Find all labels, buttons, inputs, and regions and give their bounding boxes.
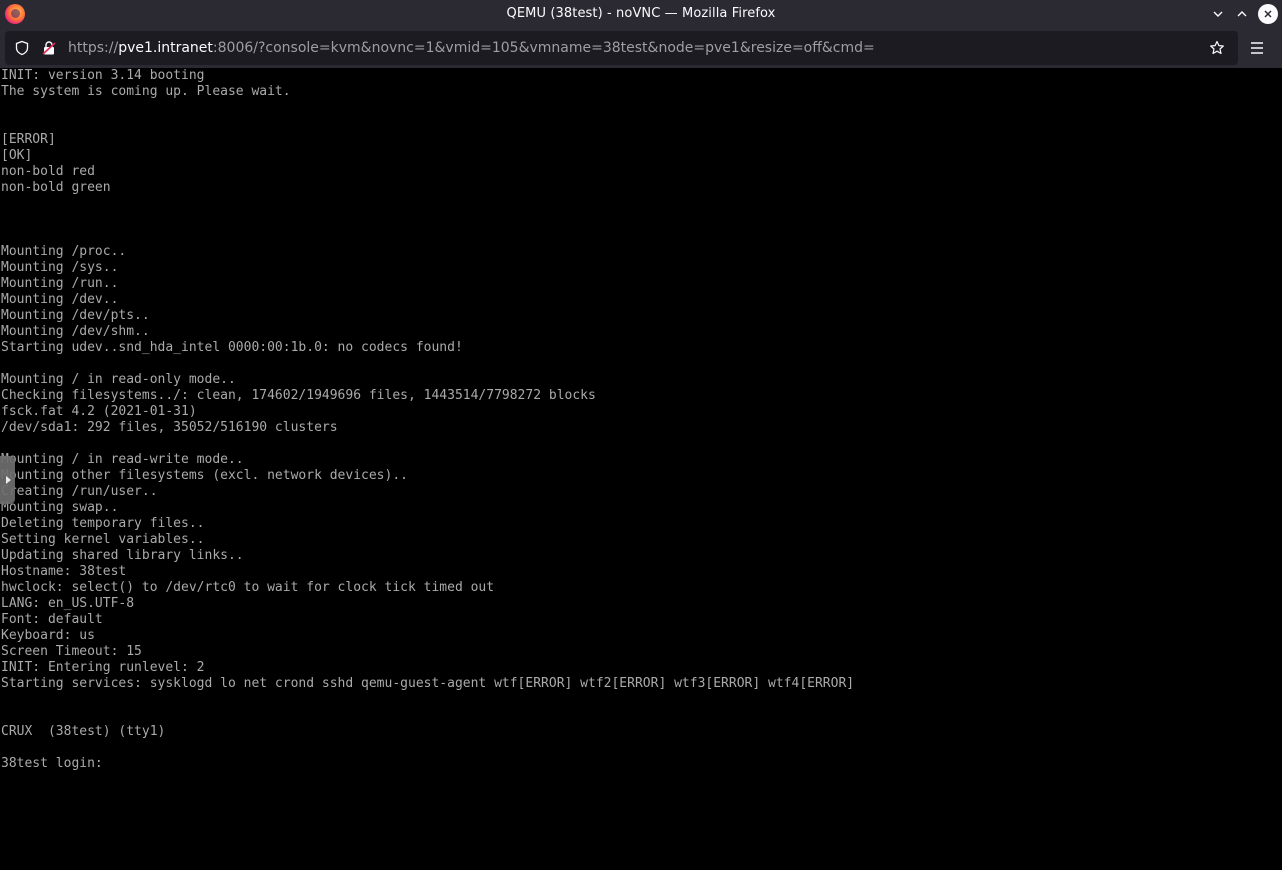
console-line: Font: default: [1, 612, 103, 627]
console-line: fsck.fat 4.2 (2021-01-31): [1, 404, 197, 419]
console-line: Creating /run/user..: [1, 484, 158, 499]
console-line: Starting services: sysklogd lo net crond…: [1, 676, 855, 691]
console-line: Mounting other filesystems (excl. networ…: [1, 468, 408, 483]
console-line: non-bold green: [1, 180, 111, 195]
window-title: QEMU (38test) - noVNC — Mozilla Firefox: [506, 6, 776, 21]
console-line: Checking filesystems../: clean, 174602/1…: [1, 388, 596, 403]
console-line: Updating shared library links..: [1, 548, 244, 563]
minimize-button[interactable]: [1208, 4, 1228, 24]
console-line: non-bold red: [1, 164, 95, 179]
console-line: CRUX (38test) (tty1): [1, 724, 166, 739]
console-line: Screen Timeout: 15: [1, 644, 142, 659]
console-line: Setting kernel variables..: [1, 532, 205, 547]
console-line: Mounting /dev/shm..: [1, 324, 150, 339]
console-line: Hostname: 38test: [1, 564, 127, 579]
console-line: INIT: version 3.14 booting: [1, 68, 205, 83]
close-window-button[interactable]: [1258, 4, 1278, 24]
console-line: INIT: Entering runlevel: 2: [1, 660, 205, 675]
console-output: INIT: version 3.14 booting The system is …: [1, 68, 854, 772]
url-scheme: https://: [68, 40, 119, 56]
url-bar[interactable]: https://pve1.intranet:8006/?console=kvm&…: [5, 31, 1238, 65]
console-line: hwclock: select() to /dev/rtc0 to wait f…: [1, 580, 495, 595]
maximize-button[interactable]: [1232, 4, 1252, 24]
console-line: Mounting / in read-write mode..: [1, 452, 244, 467]
console-line: Mounting /dev/pts..: [1, 308, 150, 323]
url-text[interactable]: https://pve1.intranet:8006/?console=kvm&…: [68, 40, 875, 56]
console-line: Mounting swap..: [1, 500, 119, 515]
vnc-console-screen[interactable]: INIT: version 3.14 booting The system is …: [0, 68, 1282, 870]
console-line: Mounting /run..: [1, 276, 119, 291]
console-line: Mounting / in read-only mode..: [1, 372, 236, 387]
hamburger-menu-icon: [1251, 42, 1263, 54]
window-titlebar: QEMU (38test) - noVNC — Mozilla Firefox: [0, 0, 1282, 28]
console-line: Mounting /dev..: [1, 292, 119, 307]
app-menu-button[interactable]: [1245, 37, 1269, 59]
console-line: [ERROR]: [1, 132, 56, 147]
chevron-up-icon: [1237, 11, 1247, 17]
tracking-protection-shield-icon[interactable]: [14, 40, 30, 56]
console-line: Mounting /sys..: [1, 260, 119, 275]
console-line: Mounting /proc..: [1, 244, 127, 259]
chevron-down-icon: [1213, 11, 1223, 17]
navigation-toolbar: https://pve1.intranet:8006/?console=kvm&…: [0, 28, 1282, 69]
console-line: Deleting temporary files..: [1, 516, 205, 531]
bookmark-star-icon[interactable]: [1209, 40, 1225, 56]
console-line: The system is coming up. Please wait.: [1, 84, 291, 99]
console-line: LANG: en_US.UTF-8: [1, 596, 135, 611]
site-security-lock-icon[interactable]: [41, 40, 57, 56]
console-line: Keyboard: us: [1, 628, 95, 643]
console-line: /dev/sda1: 292 files, 35052/516190 clust…: [1, 420, 338, 435]
novnc-control-bar-handle[interactable]: [0, 456, 15, 504]
console-line: [OK]: [1, 148, 33, 163]
close-icon: [1264, 10, 1272, 18]
url-host: pve1.intranet: [118, 40, 213, 56]
console-line: 38test login:: [1, 756, 111, 771]
console-line: Starting udev..snd_hda_intel 0000:00:1b.…: [1, 340, 463, 355]
url-path: :8006/?console=kvm&novnc=1&vmid=105&vmna…: [212, 40, 875, 56]
